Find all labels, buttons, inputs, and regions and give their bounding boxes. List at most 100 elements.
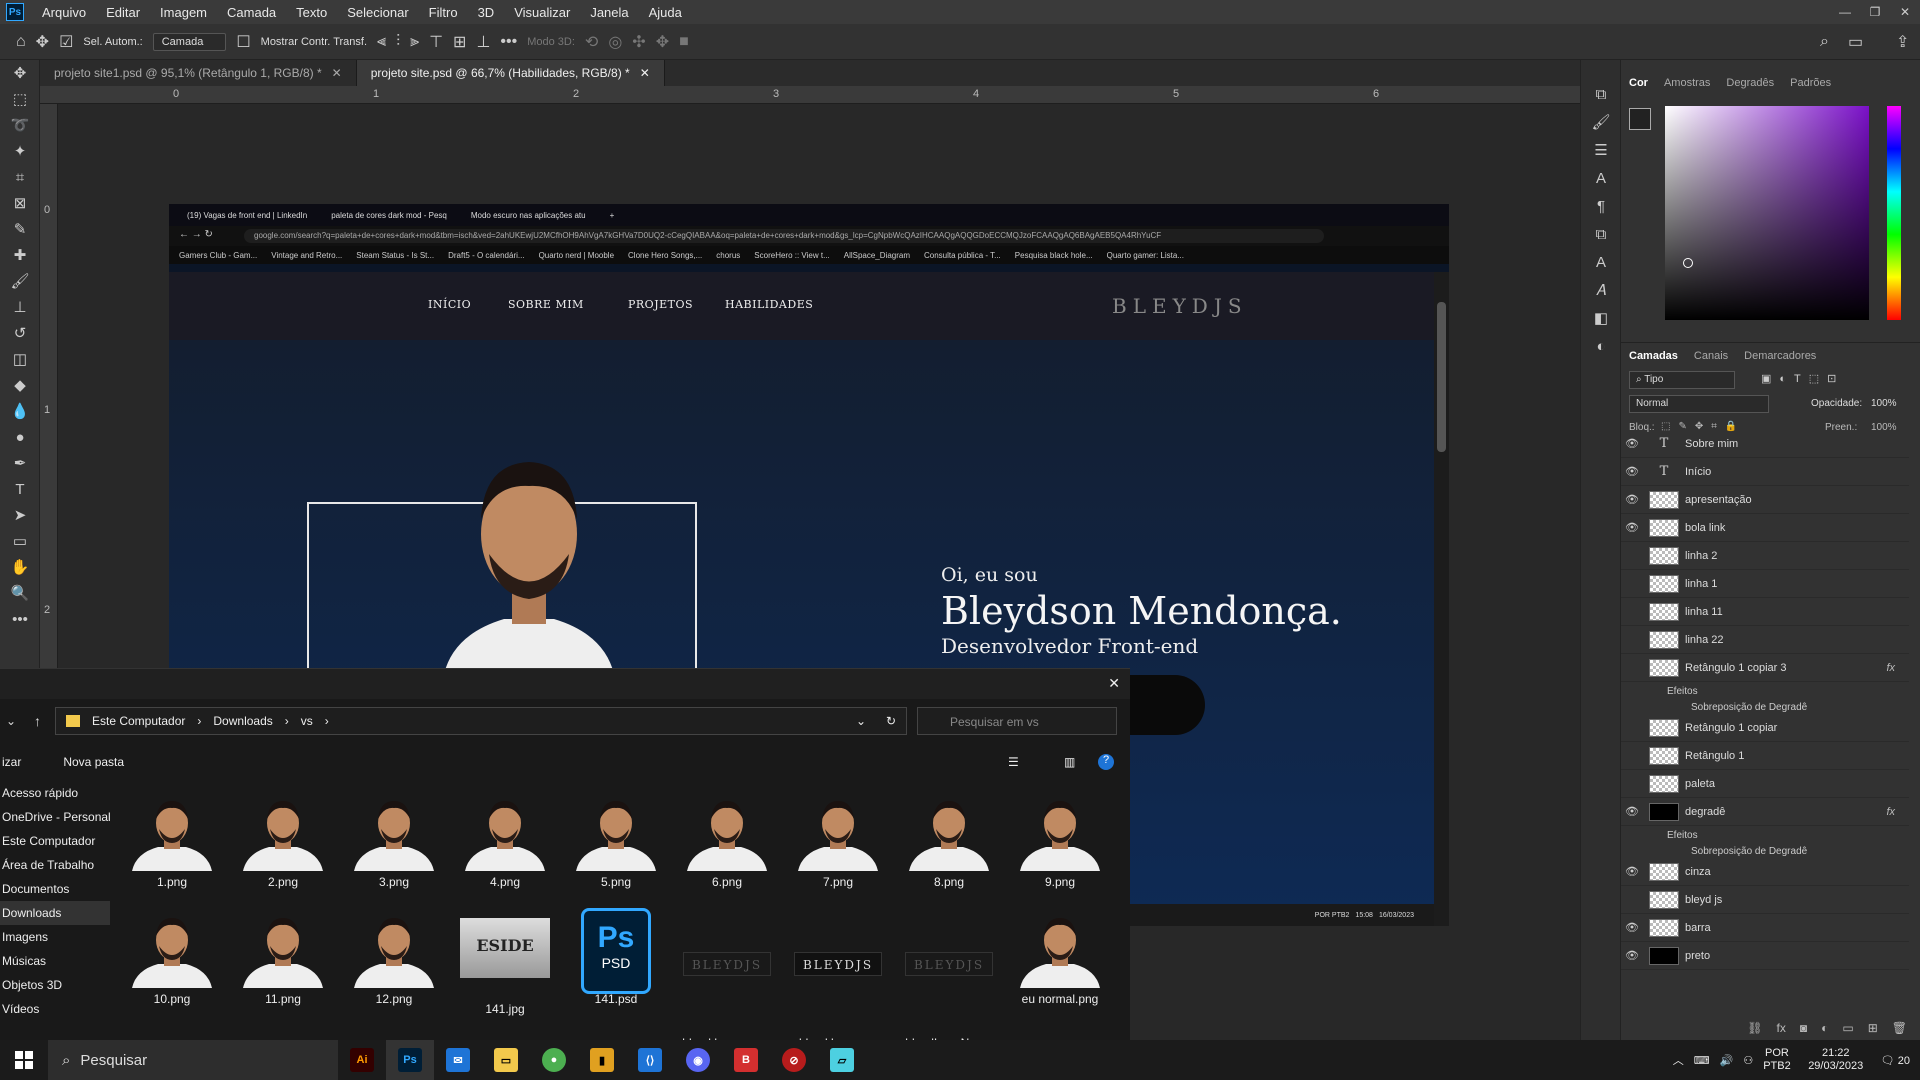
layer-row[interactable]: 👁 T Início: [1621, 458, 1909, 486]
menu-editar[interactable]: Editar: [96, 5, 150, 20]
share-icon[interactable]: ⇪: [1896, 32, 1909, 52]
pen-icon[interactable]: ✒: [0, 450, 40, 476]
breadcrumb-item[interactable]: Downloads: [213, 714, 272, 728]
close-icon[interactable]: ✕: [1890, 0, 1920, 24]
breadcrumb-item[interactable]: Este Computador: [92, 714, 185, 728]
3d-slide-icon[interactable]: ✥: [656, 32, 669, 52]
healing-icon[interactable]: ✚: [0, 242, 40, 268]
tab-padroes[interactable]: Padrões: [1790, 77, 1831, 89]
zoom-icon[interactable]: 🔍: [0, 580, 40, 606]
nav-item-documents[interactable]: Documentos: [0, 877, 110, 901]
rectangle-icon[interactable]: ▭: [0, 528, 40, 554]
tray-arrow-icon[interactable]: ︿: [1673, 1052, 1684, 1068]
blend-mode-dropdown[interactable]: Normal: [1629, 395, 1769, 413]
nav-item-desktop[interactable]: Área de Trabalho: [0, 853, 110, 877]
taskbar-search[interactable]: ⌕ Pesquisar: [48, 1040, 338, 1080]
notification-icon[interactable]: 🗨 20: [1881, 1054, 1910, 1067]
layer-row[interactable]: 👁 preto: [1621, 942, 1909, 970]
nav-item-this-pc[interactable]: Este Computador: [0, 829, 110, 853]
color-picker-field[interactable]: [1665, 106, 1869, 320]
eraser-icon[interactable]: ◫: [0, 346, 40, 372]
search-icon[interactable]: ⌕: [1820, 33, 1829, 51]
file-item[interactable]: BLEYDJSbleydLogoN.png: [897, 908, 1001, 1050]
hue-slider[interactable]: [1887, 106, 1901, 320]
nav-item-downloads[interactable]: Downloads: [0, 901, 110, 925]
layer-row[interactable]: linha 1: [1621, 570, 1909, 598]
group-icon[interactable]: ▭: [1842, 1021, 1853, 1035]
menu-visualizar[interactable]: Visualizar: [504, 5, 580, 20]
mail-app-icon[interactable]: ✉: [434, 1040, 482, 1080]
layer-row[interactable]: 👁 cinza: [1621, 858, 1909, 886]
block-app-icon[interactable]: ⊘: [770, 1040, 818, 1080]
layer-row[interactable]: 👁 bola link: [1621, 514, 1909, 542]
brush-icon[interactable]: 🖌: [0, 268, 40, 294]
file-item[interactable]: 7.png: [786, 791, 890, 901]
layer-row[interactable]: linha 22: [1621, 626, 1909, 654]
nav-item-videos[interactable]: Vídeos: [0, 997, 110, 1021]
bucket-icon[interactable]: ◆: [0, 372, 40, 398]
file-item[interactable]: 5.png: [564, 791, 668, 901]
layer-row[interactable]: linha 2: [1621, 542, 1909, 570]
adjust-icon[interactable]: ☰: [1581, 136, 1621, 164]
eye-icon[interactable]: 👁: [1621, 437, 1643, 450]
file-item[interactable]: 6.png: [675, 791, 779, 901]
doc-tab[interactable]: projeto site1.psd @ 95,1% (Retângulo 1, …: [40, 60, 357, 86]
lasso-icon[interactable]: ➰: [0, 112, 40, 138]
windows-start-icon[interactable]: [0, 1040, 48, 1080]
file-explorer-app-icon[interactable]: ▭: [482, 1040, 530, 1080]
menu-camada[interactable]: Camada: [217, 5, 286, 20]
3d-orbit-icon[interactable]: ⟲: [585, 32, 598, 52]
file-item[interactable]: BLEYDJSbleyd logo w.png: [675, 908, 779, 1050]
eye-icon[interactable]: 👁: [1621, 465, 1643, 478]
link-icon[interactable]: ⛓: [1747, 1021, 1762, 1035]
properties-icon[interactable]: ⧉: [1581, 220, 1621, 248]
3d-roll-icon[interactable]: ◎: [608, 32, 622, 52]
menu-janela[interactable]: Janela: [580, 5, 638, 20]
close-icon[interactable]: ✕: [1108, 675, 1120, 692]
blur-icon[interactable]: 💧: [0, 398, 40, 424]
eye-icon[interactable]: 👁: [1621, 865, 1643, 878]
checkbox-checked-icon[interactable]: ☑: [59, 32, 73, 52]
layer-row[interactable]: Retângulo 1 copiar: [1621, 714, 1909, 742]
view-icon[interactable]: ☰: [1008, 755, 1019, 769]
styles-icon[interactable]: 𝐴: [1581, 276, 1621, 304]
new-layer-icon[interactable]: ⊞: [1868, 1021, 1878, 1035]
file-item[interactable]: 3.png: [342, 791, 446, 901]
fx-icon[interactable]: fx: [1886, 662, 1895, 674]
align-top-icon[interactable]: ⊤: [429, 32, 443, 52]
chrome-app-icon[interactable]: ●: [530, 1040, 578, 1080]
crop-icon[interactable]: ⌗: [0, 164, 40, 190]
file-item[interactable]: 1.png: [120, 791, 224, 901]
opacity-value[interactable]: 100%: [1871, 398, 1897, 409]
stamp-icon[interactable]: ⊥: [0, 294, 40, 320]
tab-canais[interactable]: Canais: [1694, 350, 1728, 362]
clock[interactable]: 21:22 29/03/2023: [1801, 1047, 1871, 1073]
close-tab-icon[interactable]: ✕: [332, 66, 342, 80]
tab-degrades[interactable]: Degradês: [1726, 77, 1774, 89]
menu-selecionar[interactable]: Selecionar: [337, 5, 418, 20]
align-center-icon[interactable]: ⫶: [396, 33, 400, 51]
nav-item-music[interactable]: Músicas: [0, 949, 110, 973]
nav-item-images[interactable]: Imagens: [0, 925, 110, 949]
organize-button[interactable]: izar: [2, 755, 21, 769]
hand-icon[interactable]: ✋: [0, 554, 40, 580]
up-arrow-icon[interactable]: ↑: [34, 713, 41, 729]
more-icon[interactable]: •••: [500, 33, 517, 51]
layer-row[interactable]: 👁 apresentação: [1621, 486, 1909, 514]
menu-imagem[interactable]: Imagem: [150, 5, 217, 20]
eye-icon[interactable]: 👁: [1621, 493, 1643, 506]
wifi-icon[interactable]: ⚇: [1743, 1054, 1753, 1067]
history-icon[interactable]: ⧉: [1581, 80, 1621, 108]
file-item[interactable]: 11.png: [231, 908, 335, 1018]
history-brush-icon[interactable]: ↺: [0, 320, 40, 346]
notes-app-icon[interactable]: ▱: [818, 1040, 866, 1080]
adjustments-icon[interactable]: ◐: [1581, 332, 1621, 360]
minimize-icon[interactable]: —: [1830, 0, 1860, 24]
network-icon[interactable]: ⌨: [1694, 1054, 1710, 1067]
3d-pan-icon[interactable]: ✣: [632, 32, 645, 52]
help-icon[interactable]: ?: [1098, 754, 1114, 770]
discord-app-icon[interactable]: ◉: [674, 1040, 722, 1080]
more-tools-icon[interactable]: •••: [0, 606, 40, 632]
path-select-icon[interactable]: ➤: [0, 502, 40, 528]
eye-icon[interactable]: 👁: [1621, 521, 1643, 534]
